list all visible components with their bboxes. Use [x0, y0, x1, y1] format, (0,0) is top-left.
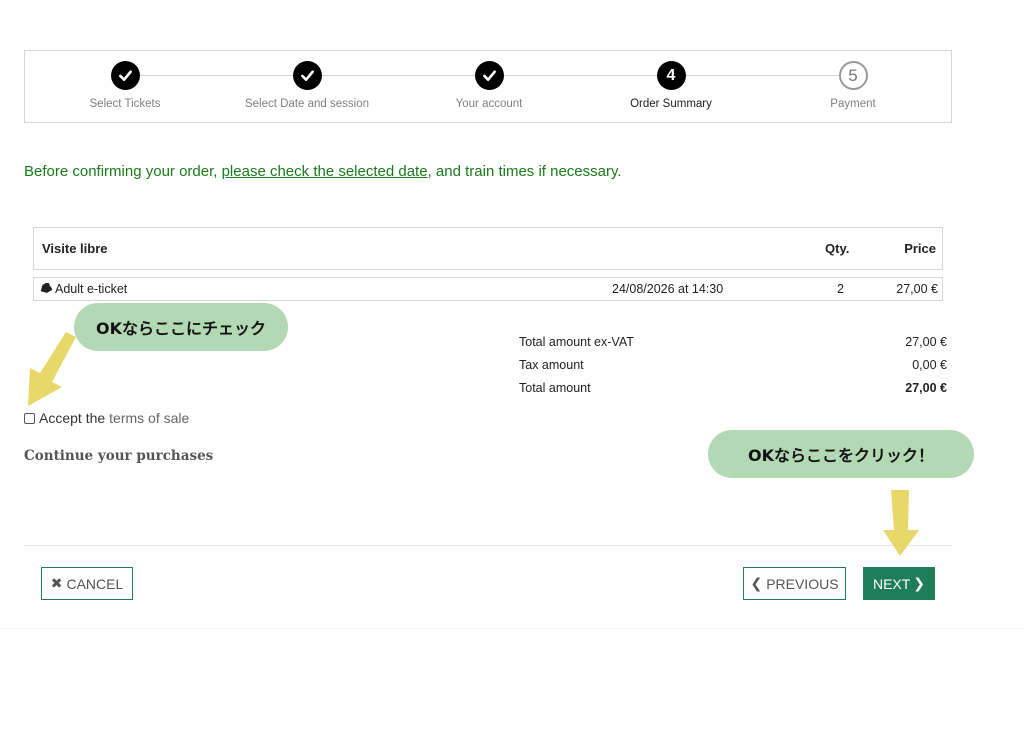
ticket-qty: 2	[837, 282, 844, 296]
tax-value: 0,00 €	[912, 358, 947, 372]
terms-checkbox[interactable]	[24, 412, 35, 424]
check-icon	[474, 61, 504, 90]
total-ex-vat-value: 27,00 €	[905, 335, 947, 349]
tax-row: Tax amount 0,00 €	[519, 357, 947, 380]
previous-label: PREVIOUS	[766, 575, 839, 592]
order-table-header: Visite libre Qty. Price	[33, 227, 943, 270]
tax-label: Tax amount	[519, 358, 584, 372]
table-row: Adult e-ticket 24/08/2026 at 14:30 2 27,…	[33, 277, 943, 301]
check-date-link[interactable]: please check the selected date	[222, 163, 428, 180]
continue-purchases-link[interactable]: Continue your purchases	[24, 448, 213, 464]
cancel-button[interactable]: ✖ CANCEL	[41, 567, 133, 600]
page-footer-area	[0, 628, 1024, 743]
ticket-price: 27,00 €	[896, 282, 938, 296]
ticket-date: 24/08/2026 at 14:30	[612, 282, 724, 296]
total-value: 27,00 €	[905, 381, 947, 395]
close-icon: ✖	[50, 575, 63, 591]
qty-header: Qty.	[825, 241, 850, 256]
ticket-icon	[40, 283, 52, 293]
step-your-account[interactable]: Your account	[399, 61, 579, 110]
total-ex-vat-label: Total amount ex-VAT	[519, 335, 634, 349]
cancel-label: CANCEL	[66, 575, 124, 592]
click-hint-callout: OKならここをクリック！	[708, 430, 974, 478]
chevron-right-icon: ❯	[913, 575, 926, 591]
chevron-left-icon: ❮	[750, 575, 763, 591]
step-number: 4	[656, 61, 686, 90]
ticket-name: Adult e-ticket	[55, 282, 128, 296]
previous-button[interactable]: ❮ PREVIOUS	[743, 567, 846, 600]
check-icon	[110, 61, 140, 90]
terms-of-sale-link[interactable]: terms of sale	[109, 410, 189, 426]
arrow-down-left-icon	[28, 332, 76, 406]
order-totals: Total amount ex-VAT 27,00 € Tax amount 0…	[519, 334, 947, 403]
step-select-date[interactable]: Select Date and session	[217, 61, 397, 110]
step-number: 5	[838, 61, 868, 90]
divider	[24, 545, 952, 546]
total-label: Total amount	[519, 381, 591, 395]
terms-acceptance: Accept the terms of sale	[24, 410, 189, 426]
step-payment: 5 Payment	[763, 61, 943, 110]
step-order-summary: 4 Order Summary	[581, 61, 761, 110]
total-row: Total amount 27,00 €	[519, 380, 947, 403]
product-title: Visite libre	[42, 241, 108, 256]
notice-text-end: , and train times if necessary.	[427, 163, 622, 180]
step-select-tickets[interactable]: Select Tickets	[35, 61, 215, 110]
terms-prefix: Accept the	[39, 410, 106, 426]
total-ex-vat-row: Total amount ex-VAT 27,00 €	[519, 334, 947, 357]
next-button[interactable]: NEXT ❯	[863, 567, 935, 600]
step-label: Your account	[455, 98, 523, 110]
ticket-name-cell: Adult e-ticket	[39, 282, 127, 296]
check-icon	[292, 61, 322, 90]
notice-text: Before confirming your order,	[24, 163, 222, 180]
next-label: NEXT	[872, 575, 911, 592]
step-label: Payment	[830, 98, 876, 110]
checkout-stepper: Select Tickets Select Date and session Y…	[24, 50, 952, 123]
price-header: Price	[904, 241, 936, 256]
step-label: Select Date and session	[244, 98, 370, 110]
step-label: Order Summary	[630, 98, 712, 110]
check-hint-callout: OKならここにチェック	[74, 303, 288, 351]
order-notice: Before confirming your order, please che…	[24, 163, 622, 180]
arrow-down-icon	[883, 490, 919, 556]
step-label: Select Tickets	[89, 98, 161, 110]
